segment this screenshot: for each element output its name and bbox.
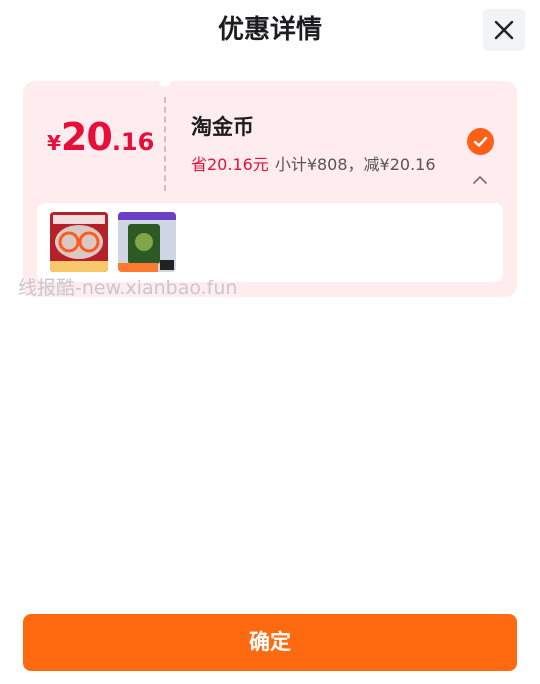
dashed-divider — [164, 97, 166, 191]
amount-decimal: .16 — [111, 128, 155, 156]
card-notch — [159, 75, 171, 87]
selected-checkbox[interactable] — [467, 128, 494, 155]
coupon-name: 淘金币 — [191, 115, 254, 139]
coupon-amount: ¥20.16 — [47, 115, 154, 159]
close-icon — [494, 20, 514, 40]
item-list — [37, 203, 503, 282]
chevron-up-icon[interactable] — [472, 174, 488, 186]
coupon-detail: 省20.16元 小计¥808，减¥20.16 — [191, 151, 436, 175]
amount-integer: 20 — [60, 115, 113, 159]
subtotal-text: 小计¥808，减¥20.16 — [274, 155, 436, 174]
check-icon — [473, 136, 488, 147]
coupon-card[interactable]: ¥20.16 淘金币 省20.16元 小计¥808，减¥20.16 — [23, 75, 517, 297]
save-amount: 省20.16元 — [191, 155, 269, 174]
page-title: 优惠详情 — [217, 15, 322, 45]
product-thumbnail-2[interactable] — [118, 212, 176, 272]
close-button[interactable] — [483, 9, 525, 51]
watermark-text: 线报酷-new.xianbao.fun — [18, 277, 238, 299]
confirm-button[interactable]: 确定 — [23, 614, 517, 671]
currency-symbol: ¥ — [47, 131, 61, 155]
product-thumbnail-1[interactable] — [50, 212, 108, 272]
